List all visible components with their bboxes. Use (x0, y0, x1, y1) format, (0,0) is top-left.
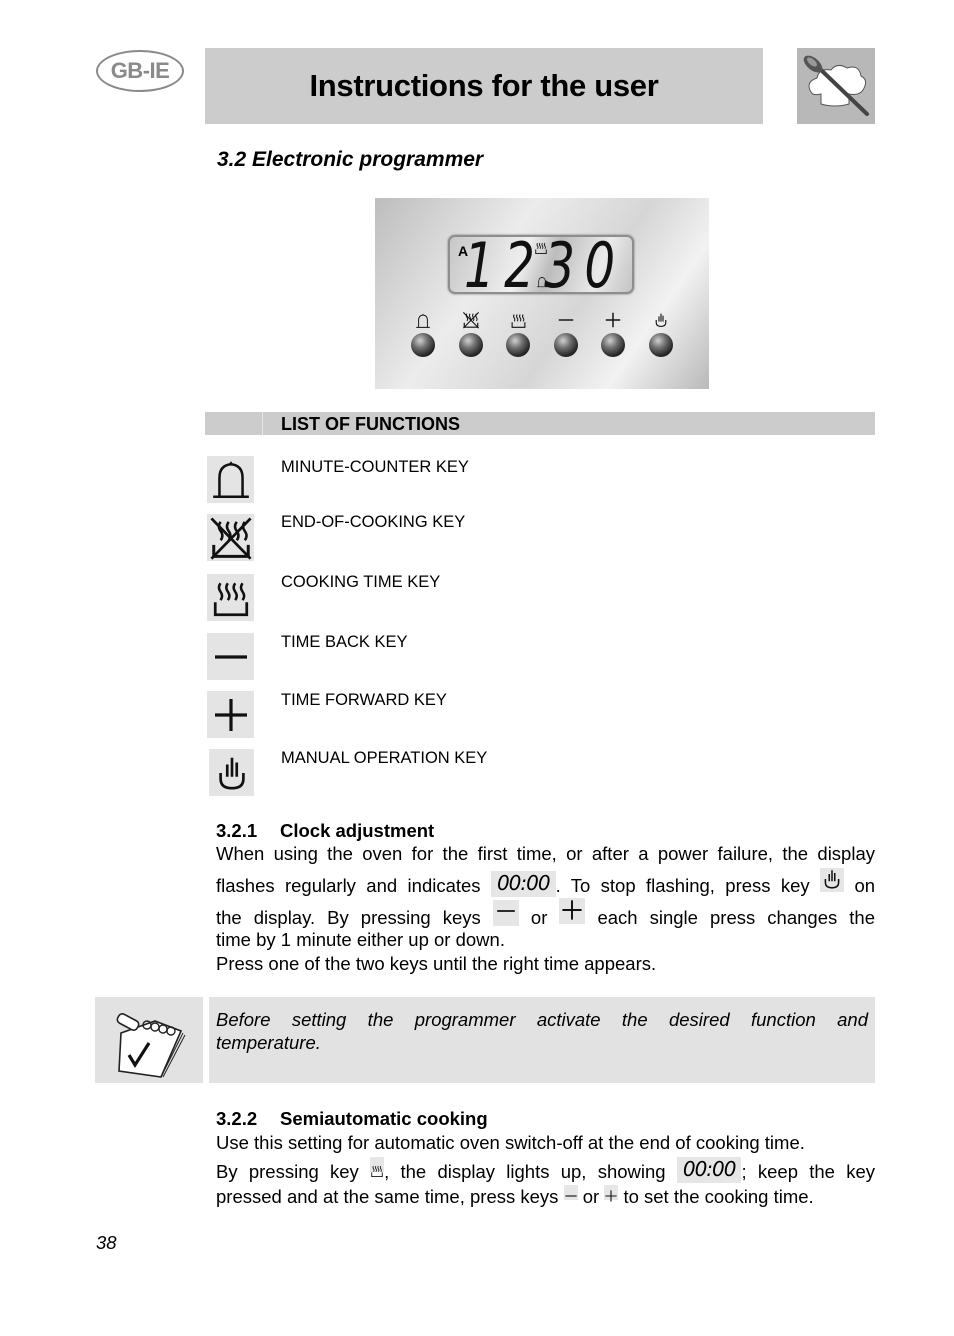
plus-icon (207, 691, 254, 738)
text-line: time by 1 minute either up or down. (216, 929, 505, 950)
text: pressed and at the same time, press keys (216, 1186, 559, 1207)
text-line: When using the oven for the first time, … (216, 843, 875, 864)
text: flashes regularly and indicates (216, 875, 481, 896)
functions-heading-bar: LIST OF FUNCTIONS (205, 412, 875, 435)
page-title-bar: Instructions for the user (205, 48, 763, 124)
note-text: Before setting the programmer activate t… (216, 1008, 868, 1054)
text-line: the display. By pressing keys or each si… (216, 898, 875, 928)
text-line: Press one of the two keys until the righ… (216, 953, 657, 974)
time-back-key[interactable] (554, 311, 578, 357)
text-line: Before setting the programmer activate t… (216, 1009, 868, 1030)
function-label: TIME FORWARD KEY (281, 691, 447, 709)
cooking-time-icon (534, 241, 548, 255)
knob[interactable] (649, 333, 673, 357)
language-badge: GB-IE (96, 50, 184, 92)
hand-icon (653, 311, 669, 329)
subsection-title: Clock adjustment (280, 820, 435, 841)
divider (262, 412, 263, 435)
text: , the display lights up, showing (384, 1161, 666, 1182)
clock-adjustment-text: When using the oven for the first time, … (216, 840, 875, 976)
cooking-time-key[interactable] (506, 311, 530, 357)
plus-icon (604, 1185, 618, 1200)
cooking-time-icon (370, 1157, 385, 1172)
bell-icon (415, 313, 431, 329)
minus-icon (557, 311, 575, 329)
function-label: END-OF-COOKING KEY (281, 513, 466, 531)
chef-hat-spoon-icon (797, 48, 875, 124)
text: to set the cooking time. (623, 1186, 814, 1207)
page-title: Instructions for the user (309, 68, 659, 103)
bell-icon (536, 275, 548, 289)
knob[interactable] (506, 333, 530, 357)
end-of-cooking-icon (462, 311, 480, 329)
text-line: flashes regularly and indicates 00:00. T… (216, 868, 875, 898)
display-value: 00:00 (490, 871, 556, 897)
plus-icon (604, 311, 622, 329)
minus-icon (207, 633, 254, 680)
text: or (530, 907, 548, 928)
text: each single press changes the (597, 907, 875, 928)
bell-icon (207, 456, 254, 503)
hand-icon (209, 749, 254, 796)
manual-operation-key[interactable] (649, 311, 673, 357)
time-forward-key[interactable] (601, 311, 625, 357)
end-of-cooking-icon (207, 514, 254, 561)
text-line: By pressing key , the display lights up,… (216, 1157, 875, 1183)
text: or (582, 1186, 600, 1207)
subsection-number: 3.2.1 (216, 820, 258, 841)
function-label: MANUAL OPERATION KEY (281, 749, 488, 767)
knob[interactable] (411, 333, 435, 357)
text-line: temperature. (216, 1032, 321, 1053)
notepad-check-icon (95, 997, 203, 1083)
minus-icon (564, 1185, 578, 1200)
section-title: 3.2 Electronic programmer (217, 148, 484, 171)
function-label: COOKING TIME KEY (281, 573, 441, 591)
text: the display. By pressing keys (216, 907, 481, 928)
subsection-heading-semiautomatic: 3.2.2 Semiautomatic cooking (216, 1108, 488, 1130)
subsection-number: 3.2.2 (216, 1108, 258, 1129)
subsection-title: Semiautomatic cooking (280, 1108, 488, 1129)
end-of-cooking-key[interactable] (459, 311, 483, 357)
display-value: 00:00 (676, 1157, 742, 1183)
page-number: 38 (96, 1232, 117, 1253)
programmer-panel-image: A 1230 (375, 198, 709, 389)
minute-counter-key[interactable] (411, 311, 435, 357)
cooking-time-icon (510, 312, 527, 329)
minus-icon (492, 900, 519, 926)
knob[interactable] (554, 333, 578, 357)
knob[interactable] (601, 333, 625, 357)
lcd-time: 1230 (464, 229, 625, 302)
plus-icon (559, 898, 586, 924)
text: ; keep the key (741, 1161, 876, 1182)
knob[interactable] (459, 333, 483, 357)
text-line: pressed and at the same time, press keys… (216, 1185, 875, 1209)
subsection-heading-clock: 3.2.1 Clock adjustment (216, 820, 434, 842)
text: By pressing key (216, 1161, 359, 1182)
text-line: Use this setting for automatic oven swit… (216, 1132, 805, 1153)
text: . To stop flashing, press key (555, 875, 810, 896)
function-label: MINUTE-COUNTER KEY (281, 458, 469, 476)
function-label: TIME BACK KEY (281, 633, 408, 651)
cooking-time-icon (207, 574, 254, 621)
note-box: Before setting the programmer activate t… (209, 997, 875, 1083)
semiautomatic-text: Use this setting for automatic oven swit… (216, 1129, 875, 1209)
functions-heading: LIST OF FUNCTIONS (281, 414, 460, 434)
lcd-display: A 1230 (448, 229, 634, 302)
text: on (854, 875, 876, 896)
hand-icon (820, 868, 845, 892)
